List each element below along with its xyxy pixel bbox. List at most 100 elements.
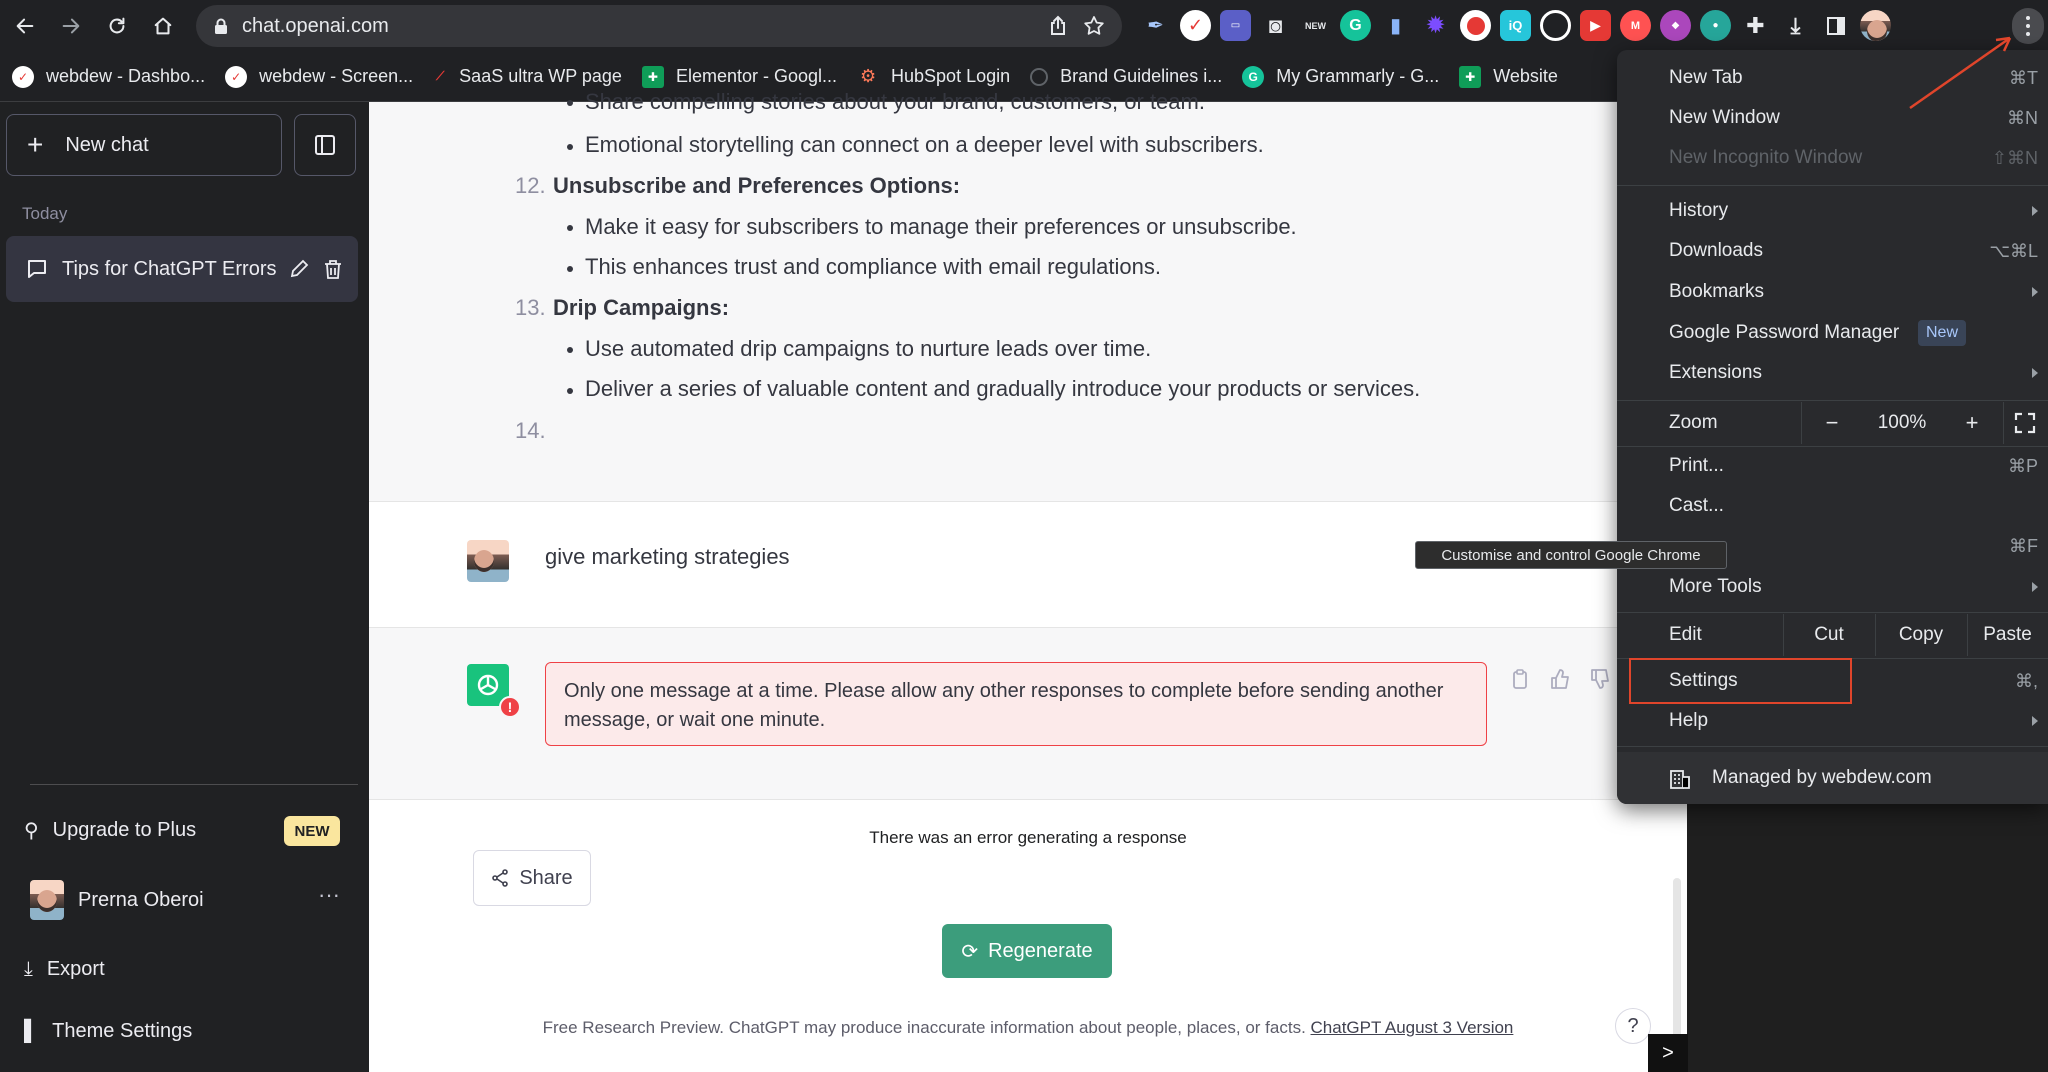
more-options-icon[interactable]: ··· [318,882,340,908]
window-extension-icon[interactable]: ▭ [1220,10,1251,41]
paint-icon: ▌ [24,1020,39,1042]
arrow-left-icon [16,18,34,34]
list-number: 12. [515,173,546,198]
zoom-out-button[interactable]: − [1807,403,1857,443]
new-extension-icon[interactable]: NEW [1300,10,1331,41]
thumbs-up-icon[interactable] [1549,668,1571,690]
menu-item-more-tools[interactable]: More Tools [1617,567,2048,607]
bookmark-item[interactable]: ⟋ SaaS ultra WP page [433,66,622,88]
chat-extension-icon[interactable]: ◆ [1660,10,1691,41]
zoom-in-button[interactable]: + [1947,403,1997,443]
todoist-extension-icon[interactable]: ✓ [1180,10,1211,41]
chart-extension-icon[interactable]: ▮ [1380,10,1411,41]
bookmark-item[interactable]: G My Grammarly - G... [1242,65,1439,88]
camera-extension-icon[interactable]: ◙ [1260,10,1291,41]
bookmark-favicon-icon: ⟋ [435,69,445,83]
submenu-arrow-icon [2032,582,2038,592]
thumbs-down-icon[interactable] [1589,668,1611,690]
version-link[interactable]: ChatGPT August 3 Version [1311,1018,1514,1037]
bookmark-favicon-icon: ✓ [12,65,34,88]
copy-button[interactable]: Copy [1875,615,1967,655]
puzzle-extensions-icon[interactable]: ✚ [1740,10,1771,41]
menu-item-help[interactable]: Help [1617,701,2048,741]
forward-button[interactable] [54,9,88,43]
chat-main: Share compelling stories about your bran… [369,89,1687,1072]
menu-item-cast[interactable]: Cast... [1617,486,2048,526]
gear-extension-icon[interactable]: ✹ [1420,10,1451,41]
bookmark-item[interactable]: ⚙ HubSpot Login [857,66,1010,88]
bookmark-favicon-icon: ✚ [641,65,664,88]
user-menu[interactable]: Prerna Oberoi [30,880,204,920]
menu-item-new-tab[interactable]: New Tab ⌘T [1617,58,2048,98]
back-button[interactable] [8,9,42,43]
list-number: 13. [515,295,546,320]
message-extension-icon[interactable]: ● [1700,10,1731,41]
list-number: 14. [515,418,546,443]
share-page-icon[interactable] [1046,14,1070,38]
bookmark-item[interactable]: ✚ Website [1459,65,1558,88]
menu-item-zoom: Zoom − 100% + [1617,400,2048,446]
menu-item-downloads[interactable]: Downloads ⌥⌘L [1617,231,2048,271]
user-name: Prerna Oberoi [78,888,204,911]
grammarly-favicon-icon: G [1242,65,1265,88]
reload-button[interactable] [100,9,134,43]
sidebar-chat-item[interactable]: Tips for ChatGPT Errors [6,236,358,302]
trash-icon[interactable] [322,258,344,280]
menu-item-bookmarks[interactable]: Bookmarks [1617,272,2048,312]
address-bar[interactable]: chat.openai.com [196,5,1122,47]
iq-extension-icon[interactable]: iQ [1500,10,1531,41]
bullet [567,266,573,272]
menu-item-history[interactable]: History [1617,191,2048,231]
video-extension-icon[interactable]: ▶ [1580,10,1611,41]
chat-bubble-icon [28,260,46,278]
mi-extension-icon[interactable]: M [1620,10,1651,41]
menu-item-password-manager[interactable]: Google Password Manager New [1617,313,2048,353]
chrome-menu-tooltip: Customise and control Google Chrome [1415,541,1727,569]
side-panel-icon[interactable] [1820,10,1851,41]
home-icon [154,17,172,35]
download-icon[interactable]: ⤓ [1780,10,1811,41]
help-button[interactable]: ? [1615,1008,1651,1044]
bookmark-item[interactable]: ✓ webdew - Screen... [225,65,413,88]
regenerate-button[interactable]: ⟳ Regenerate [942,924,1112,978]
bullet [567,388,573,394]
error-message: ! Only one message at a time. Please all… [369,628,1687,800]
bookmark-item[interactable]: ✚ Elementor - Googl... [641,65,837,88]
menu-item-extensions[interactable]: Extensions [1617,353,2048,393]
feather-extension-icon[interactable]: ✒ [1140,10,1171,41]
error-text-line: Only one message at a time. Please allow… [564,680,1444,702]
record-extension-icon[interactable] [1460,10,1491,41]
bullet [567,144,573,150]
grammarly-extension-icon[interactable]: G [1340,10,1371,41]
menu-item-managed[interactable]: Managed by webdew.com [1617,752,2048,804]
menu-item-new-window[interactable]: New Window ⌘N [1617,98,2048,138]
menu-item-print[interactable]: Print... ⌘P [1617,446,2048,486]
bookmark-item[interactable]: ✓ webdew - Dashbo... [12,65,205,88]
cut-button[interactable]: Cut [1783,615,1875,655]
share-button[interactable]: Share [473,850,591,906]
fullscreen-icon[interactable] [2014,412,2036,434]
circle-extension-icon[interactable] [1540,10,1571,41]
chrome-menu-button[interactable] [2012,8,2044,44]
profile-avatar[interactable] [1860,10,1891,41]
new-chat-button[interactable]: + New chat [6,114,282,176]
theme-settings-button[interactable]: ▌ Theme Settings [24,1020,192,1043]
bookmark-favicon-icon: ✓ [225,65,248,88]
paste-button[interactable]: Paste [1967,615,2048,655]
submenu-arrow-icon [2032,206,2038,216]
bookmark-item[interactable]: Brand Guidelines i... [1030,66,1222,87]
list-heading: Drip Campaigns: [553,295,730,320]
copy-icon[interactable] [1509,668,1531,690]
edit-pencil-icon[interactable] [288,258,310,280]
user-avatar [467,540,509,582]
menu-separator [1617,746,2048,747]
toggle-sidebar-button[interactable] [294,114,356,176]
upgrade-to-plus-button[interactable]: ⚲ Upgrade to Plus [24,818,196,843]
assistant-message: Share compelling stories about your bran… [369,89,1687,502]
home-button[interactable] [146,9,180,43]
terminal-toggle[interactable]: > [1648,1034,1688,1072]
menu-item-edit: Edit Cut Copy Paste [1617,612,2048,658]
bookmark-star-icon[interactable] [1082,14,1106,38]
export-button[interactable]: ⤓ Export [24,958,105,981]
footer-disclaimer: Free Research Preview. ChatGPT may produ… [542,1018,1514,1037]
